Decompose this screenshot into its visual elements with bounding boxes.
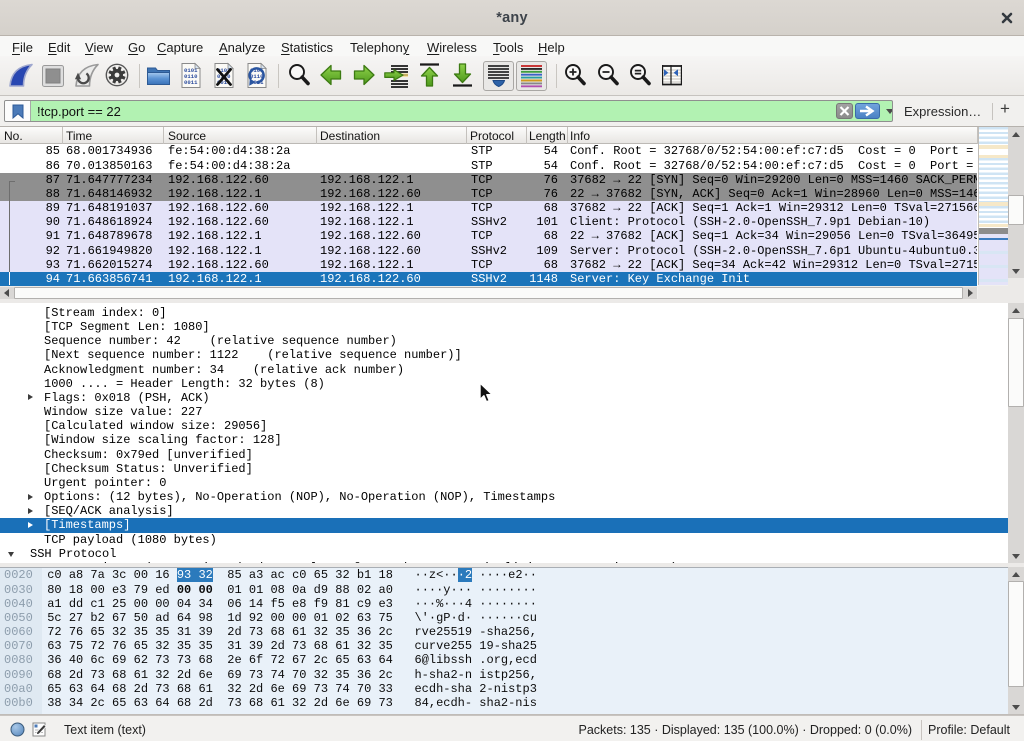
svg-text:0011: 0011 [184, 79, 198, 86]
